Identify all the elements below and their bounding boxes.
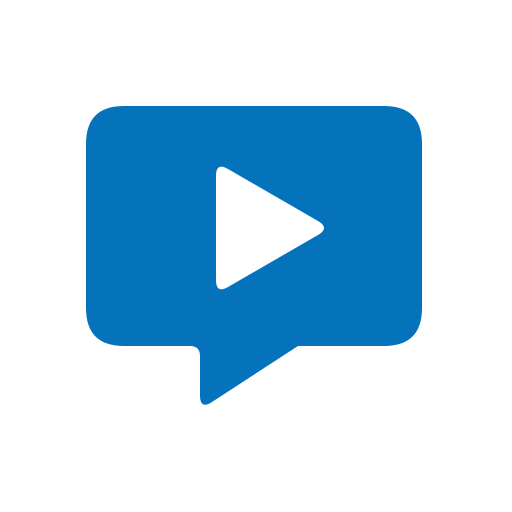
video-chat-bubble-icon — [86, 106, 422, 405]
app-icon-canvas — [0, 0, 512, 512]
